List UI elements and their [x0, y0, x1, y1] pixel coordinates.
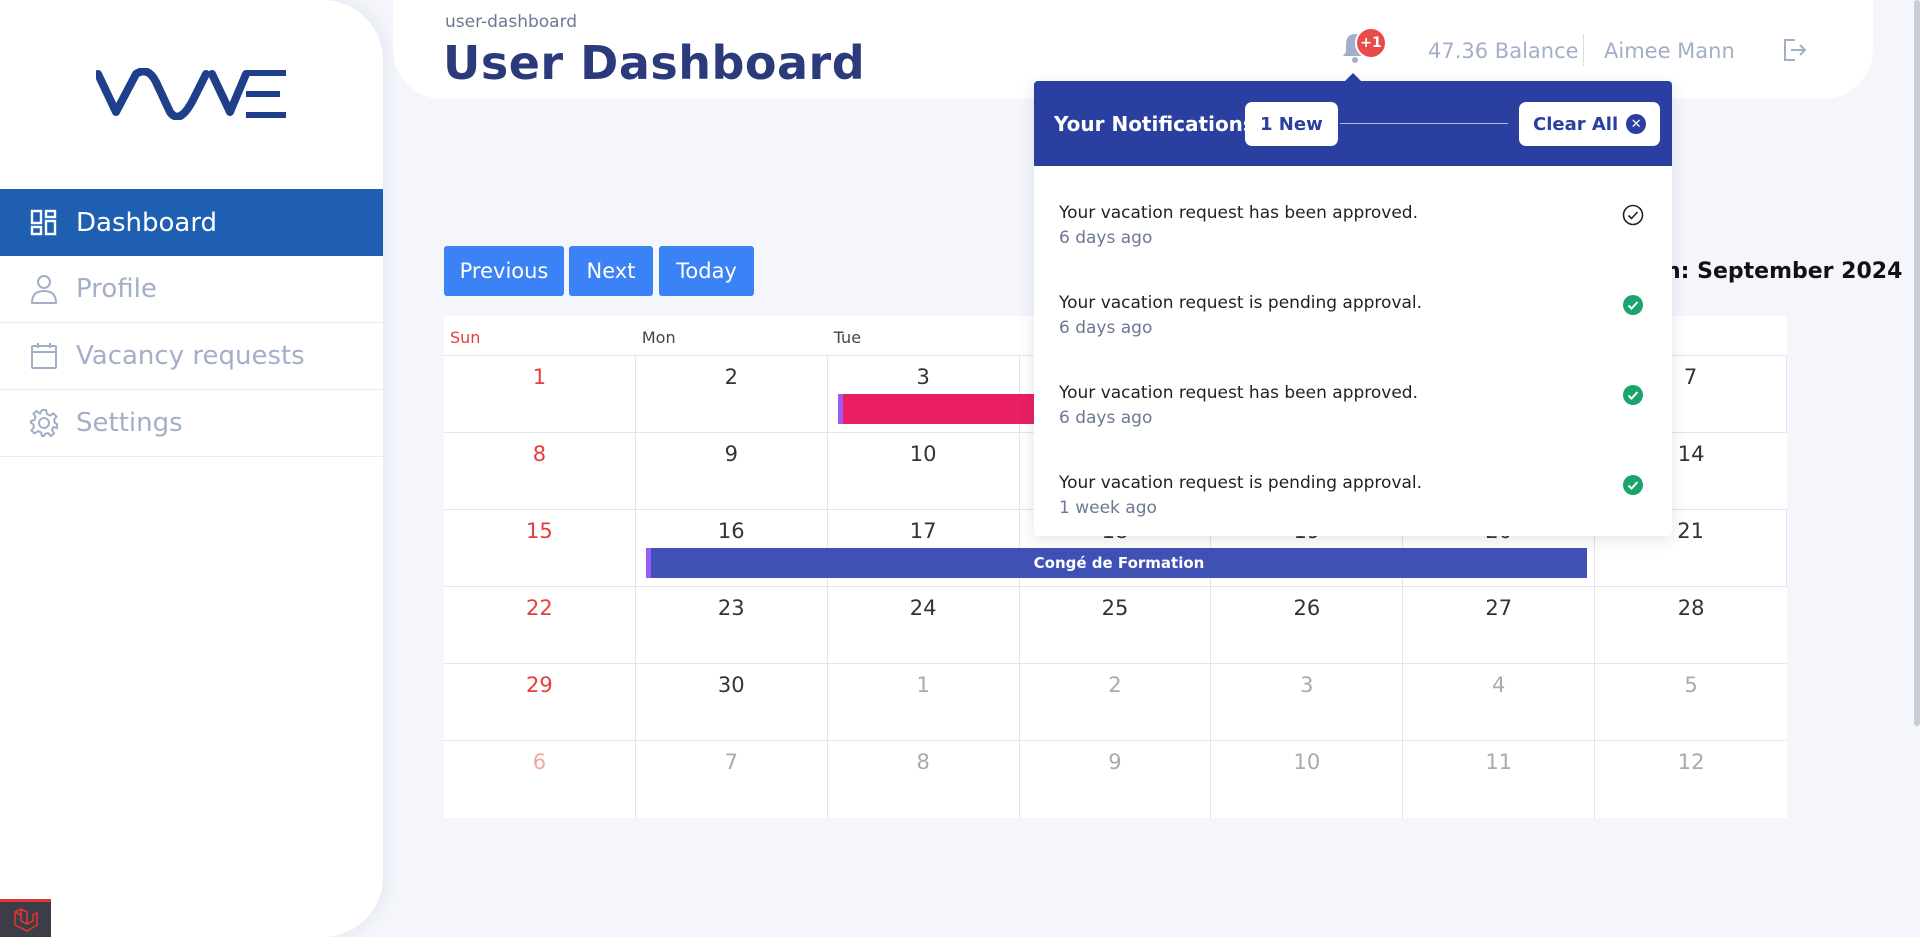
sidebar-item-settings[interactable]: Settings: [0, 390, 383, 457]
dashboard-icon: [28, 207, 60, 239]
calendar-day[interactable]: 11: [1403, 741, 1596, 818]
weekday-label: Mon: [641, 328, 676, 347]
calendar-day[interactable]: 8: [828, 741, 1020, 818]
calendar-day[interactable]: 25: [1020, 587, 1212, 663]
calendar-day[interactable]: 28: [1595, 587, 1787, 663]
calendar-day[interactable]: 10: [828, 433, 1020, 509]
calendar-day[interactable]: 26: [1211, 587, 1404, 663]
calendar-day[interactable]: 27: [1403, 587, 1596, 663]
calendar-day[interactable]: 15: [444, 510, 636, 586]
notification-time: 6 days ago: [1059, 408, 1153, 428]
calendar-day[interactable]: 2: [636, 356, 828, 432]
notification-count-badge: +1: [1355, 27, 1387, 59]
notification-header: Your Notifications 1 New Clear All ✕: [1034, 81, 1672, 166]
calendar-week: 29 30 1 2 3 4 5: [444, 664, 1787, 741]
sidebar-item-label: Settings: [76, 408, 183, 438]
notification-time: 6 days ago: [1059, 318, 1153, 338]
calendar-day[interactable]: 1: [828, 664, 1020, 740]
calendar-day[interactable]: 9: [636, 433, 828, 509]
page-scrollbar[interactable]: [1914, 0, 1920, 726]
balance-text: 47.36 Balance: [1428, 39, 1579, 63]
previous-button[interactable]: Previous: [444, 246, 564, 296]
sidebar-item-label: Profile: [76, 274, 157, 304]
wave-logo: [96, 68, 286, 120]
notification-time: 6 days ago: [1059, 228, 1153, 248]
clear-all-label: Clear All: [1533, 113, 1619, 135]
username[interactable]: Aimee Mann: [1604, 39, 1735, 63]
page-title: User Dashboard: [443, 36, 866, 90]
check-circle-icon: [1623, 385, 1643, 405]
calendar-week: 22 23 24 25 26 27 28: [444, 587, 1787, 664]
weekday-label: Tue: [833, 328, 862, 347]
today-button[interactable]: Today: [659, 246, 754, 296]
calendar-day[interactable]: 23: [636, 587, 828, 663]
calendar-day[interactable]: 6: [444, 741, 636, 818]
notification-item[interactable]: Your vacation request has been approved.…: [1034, 346, 1672, 436]
sidebar-item-label: Vacancy requests: [76, 341, 305, 371]
header-divider-line: [1340, 123, 1508, 124]
sidebar: Dashboard Profile Vacancy requests Setti…: [0, 0, 383, 937]
calendar-day[interactable]: 30: [636, 664, 828, 740]
calendar-title: n: September 2024: [1665, 259, 1903, 284]
calendar-day[interactable]: 4: [1403, 664, 1596, 740]
calendar-week: 6 7 8 9 10 11 12: [444, 741, 1787, 818]
notification-item[interactable]: Your vacation request has been approved.…: [1034, 166, 1672, 256]
notification-message: Your vacation request is pending approva…: [1059, 473, 1423, 493]
calendar-day[interactable]: 3: [1211, 664, 1404, 740]
calendar-day[interactable]: 9: [1020, 741, 1212, 818]
check-circle-outline-icon[interactable]: [1622, 204, 1644, 226]
notification-item[interactable]: Your vacation request is pending approva…: [1034, 256, 1672, 346]
next-button[interactable]: Next: [569, 246, 653, 296]
calendar-day[interactable]: 2: [1020, 664, 1212, 740]
sidebar-item-label: Dashboard: [76, 207, 218, 238]
laravel-debugbar-icon[interactable]: [0, 899, 51, 937]
sidebar-item-vacancy-requests[interactable]: Vacancy requests: [0, 323, 383, 390]
notification-title: Your Notifications: [1054, 112, 1255, 136]
calendar-day[interactable]: 10: [1211, 741, 1404, 818]
clear-all-button[interactable]: Clear All ✕: [1519, 102, 1661, 146]
notification-dropdown: Your Notifications 1 New Clear All ✕ You…: [1034, 81, 1672, 536]
calendar-icon: [28, 340, 60, 372]
sidebar-nav: Dashboard Profile Vacancy requests Setti…: [0, 189, 383, 457]
breadcrumb[interactable]: user-dashboard: [445, 12, 577, 32]
notification-message: Your vacation request is pending approva…: [1059, 293, 1423, 313]
notification-time: 1 week ago: [1059, 498, 1157, 518]
weekday-label: Sun: [450, 328, 481, 347]
calendar-day[interactable]: 1: [444, 356, 636, 432]
calendar-day[interactable]: 7: [636, 741, 828, 818]
calendar-day[interactable]: 8: [444, 433, 636, 509]
header-divider: [1583, 34, 1584, 66]
logout-icon[interactable]: [1781, 37, 1807, 63]
close-circle-icon: ✕: [1626, 114, 1647, 134]
calendar-day[interactable]: 22: [444, 587, 636, 663]
notification-message: Your vacation request has been approved.: [1059, 203, 1419, 223]
new-count-badge: 1 New: [1245, 102, 1338, 146]
sidebar-item-dashboard[interactable]: Dashboard: [0, 189, 383, 256]
notification-item[interactable]: Your vacation request is pending approva…: [1034, 436, 1672, 526]
calendar-day[interactable]: 24: [828, 587, 1020, 663]
calendar-day[interactable]: 12: [1595, 741, 1787, 818]
user-icon: [28, 273, 60, 305]
gear-icon: [28, 407, 60, 439]
calendar-day[interactable]: 5: [1595, 664, 1787, 740]
notification-message: Your vacation request has been approved.: [1059, 383, 1419, 403]
sidebar-item-profile[interactable]: Profile: [0, 256, 383, 323]
calendar-event[interactable]: Congé de Formation: [646, 548, 1587, 578]
check-circle-icon: [1623, 475, 1643, 495]
check-circle-icon: [1623, 295, 1643, 315]
calendar-day[interactable]: 29: [444, 664, 636, 740]
